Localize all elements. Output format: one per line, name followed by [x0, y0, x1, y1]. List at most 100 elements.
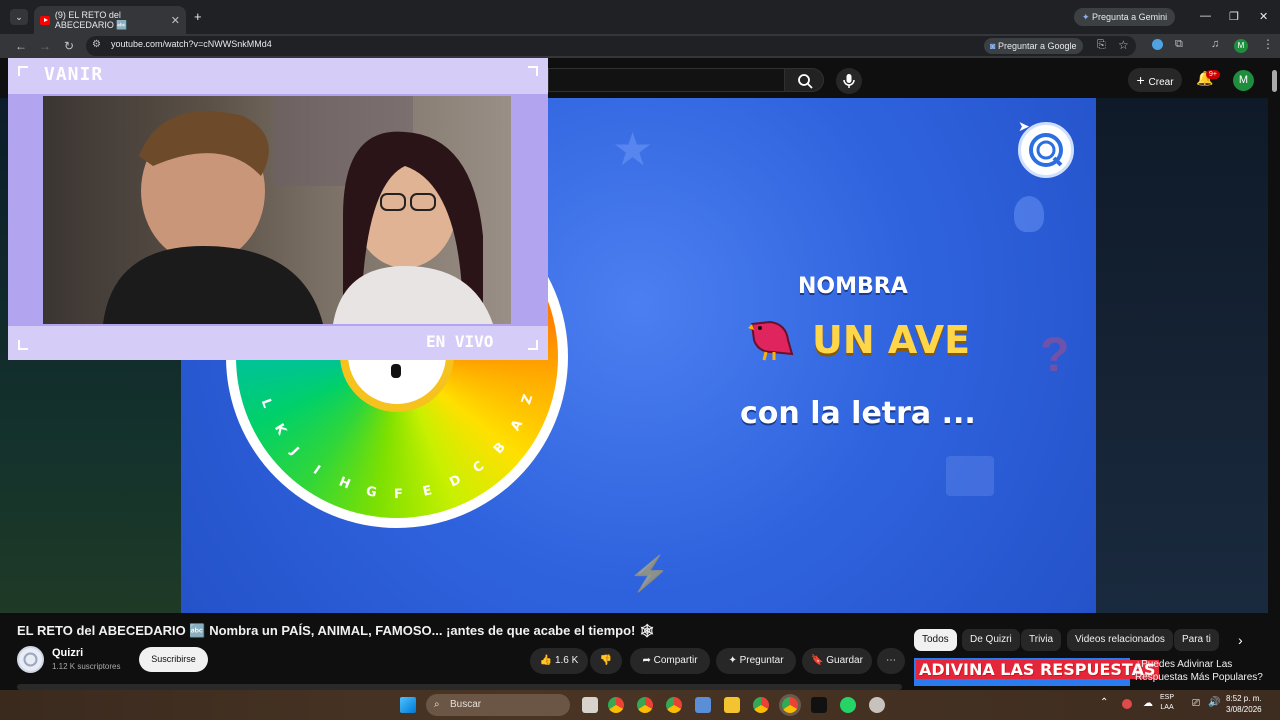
media-control-icon[interactable]: ♫ [1211, 38, 1219, 50]
streamer-name: VANIR [44, 64, 104, 85]
file-explorer-icon[interactable] [724, 697, 740, 713]
clock-date: 3/08/2026 [1226, 705, 1262, 714]
more-actions-button[interactable]: ⋯ [877, 648, 905, 674]
reload-button[interactable]: ↻ [60, 37, 78, 55]
lang-bottom: LAA [1160, 704, 1174, 711]
store-icon[interactable] [695, 697, 711, 713]
tab-title: (9) EL RETO del ABECEDARIO 🔤 [54, 9, 128, 30]
notification-badge: 9+ [1206, 70, 1220, 79]
chip-1[interactable]: De Quizri [962, 629, 1020, 651]
tray-onedrive-icon[interactable]: ☁ [1143, 698, 1153, 709]
share-label: Compartir [653, 655, 698, 666]
taskbar-search-icon: ⌕ [434, 699, 440, 710]
maximize-window-button[interactable]: ❐ [1229, 10, 1239, 23]
new-tab-button[interactable]: + [194, 9, 202, 24]
youtube-favicon-icon [40, 15, 50, 25]
question-decoration-icon: ? [1040, 329, 1070, 382]
search-icon [798, 74, 813, 89]
chrome-alt-icon[interactable] [666, 697, 682, 713]
taskbar-search[interactable]: ⌕ Buscar [426, 694, 570, 716]
webcam-feed [43, 96, 511, 324]
url-text[interactable]: youtube.com/watch?v=cNWWSnkMMd4 [111, 39, 272, 49]
voice-search-button[interactable] [836, 68, 862, 94]
wheel-pointer [391, 364, 401, 378]
star-decoration-icon: ★ [612, 123, 654, 175]
chip-3[interactable]: Videos relacionados [1067, 629, 1173, 651]
wheel-letter: F [394, 486, 404, 503]
related-thumbnail-text: ADIVINA LAS RESPUESTAS [916, 660, 1159, 679]
ask-google-label: Preguntar a Google [997, 41, 1077, 51]
minimize-window-button[interactable]: — [1200, 10, 1211, 22]
plus-icon: + [1136, 72, 1149, 88]
install-app-icon[interactable]: ⎘ [1097, 39, 1106, 52]
lang-top: ESP [1160, 694, 1175, 701]
audio-app-icon[interactable] [811, 697, 827, 713]
books-decoration-icon [946, 456, 994, 496]
chrome-beta-icon[interactable] [753, 697, 769, 713]
youtube-search-button[interactable] [784, 68, 824, 92]
browser-profile-avatar[interactable]: M [1234, 39, 1248, 53]
create-button[interactable]: + Crear [1128, 68, 1182, 92]
task-view-icon[interactable] [582, 697, 598, 713]
back-button[interactable]: ← [12, 37, 30, 55]
chip-2[interactable]: Trivia [1021, 629, 1062, 651]
subscriber-count: 1.12 K suscriptores [52, 662, 121, 671]
lightning-decoration-icon: ⚡ [628, 555, 671, 593]
volume-icon[interactable]: 🔊 [1208, 697, 1220, 708]
channel-avatar[interactable] [17, 646, 44, 673]
save-button[interactable]: 🔖 Guardar [802, 648, 872, 674]
subscribe-button[interactable]: Suscribirse [139, 647, 208, 672]
youtube-search-input[interactable] [548, 68, 784, 92]
related-video-title[interactable]: ¿Puedes Adivinar Las Respuestas Más Popu… [1135, 658, 1265, 684]
taskbar-clock[interactable]: 8:52 p. m. 3/08/2026 [1226, 693, 1262, 715]
lens-icon: ◙ [990, 41, 998, 51]
ask-google-button[interactable]: ◙ Preguntar a Google [984, 38, 1083, 54]
tab-list-button[interactable]: ⌄ [10, 9, 28, 25]
tray-overflow-icon[interactable]: ⌃ [1100, 697, 1108, 708]
close-tab-icon[interactable]: ✕ [171, 14, 180, 27]
youtube-account-avatar[interactable]: M [1233, 70, 1254, 91]
chips-next-icon[interactable]: › [1238, 632, 1243, 648]
network-icon[interactable]: ⎚ [1192, 698, 1200, 709]
taskbar-search-label: Buscar [450, 699, 482, 710]
microphone-icon [843, 74, 855, 88]
share-icon: ➦ [642, 655, 654, 666]
browser-tab[interactable]: (9) EL RETO del ABECEDARIO 🔤 ✕ [34, 6, 186, 34]
chrome-active-icon[interactable] [782, 697, 798, 713]
settings-app-icon[interactable] [869, 697, 885, 713]
clock-time: 8:52 p. m. [1226, 694, 1262, 703]
lightbulb-decoration-icon [1014, 196, 1044, 232]
windows-start-icon[interactable] [400, 697, 416, 713]
sparkle-icon: ✦ [728, 655, 740, 666]
extensions-puzzle-icon[interactable]: ⧉ [1175, 38, 1183, 51]
channel-name[interactable]: Quizri [52, 647, 83, 659]
save-label: Guardar [826, 655, 863, 666]
like-button[interactable]: 👍 1.6 K [530, 648, 588, 674]
chrome-icon[interactable] [608, 697, 624, 713]
prompt-bottom: con la letra ... [740, 396, 976, 431]
chip-4[interactable]: Para ti [1174, 629, 1219, 651]
mouse-cursor-icon: ➤ [1018, 118, 1030, 134]
chip-0[interactable]: Todos [914, 629, 957, 651]
live-label: EN VIVO [426, 332, 494, 351]
chrome-profile-icon[interactable] [637, 697, 653, 713]
share-button[interactable]: ➦ Compartir [630, 648, 710, 674]
ask-button[interactable]: ✦ Preguntar [716, 648, 796, 674]
whatsapp-icon[interactable] [840, 697, 856, 713]
site-info-icon[interactable]: ⚙ [92, 39, 101, 50]
language-indicator[interactable]: ESP LAA [1160, 693, 1174, 713]
extension-icon[interactable] [1152, 39, 1163, 50]
scrollbar-thumb[interactable] [1272, 70, 1277, 92]
prompt-top: NOMBRA [798, 274, 908, 299]
create-label: Crear [1148, 77, 1174, 88]
bookmark-star-icon[interactable]: ☆ [1118, 38, 1129, 52]
bookmark-icon: 🔖 [811, 655, 827, 666]
close-window-button[interactable]: ✕ [1259, 10, 1268, 23]
page-scrollbar[interactable] [1268, 58, 1280, 690]
corner-top-left [18, 66, 28, 76]
dislike-button[interactable]: 👎 [590, 648, 622, 674]
forward-button[interactable]: → [36, 37, 54, 55]
browser-menu-icon[interactable]: ⋮ [1262, 37, 1274, 51]
tray-app-icon[interactable] [1122, 699, 1132, 709]
ask-gemini-button[interactable]: ✦ Pregunta a Gemini [1074, 8, 1176, 26]
